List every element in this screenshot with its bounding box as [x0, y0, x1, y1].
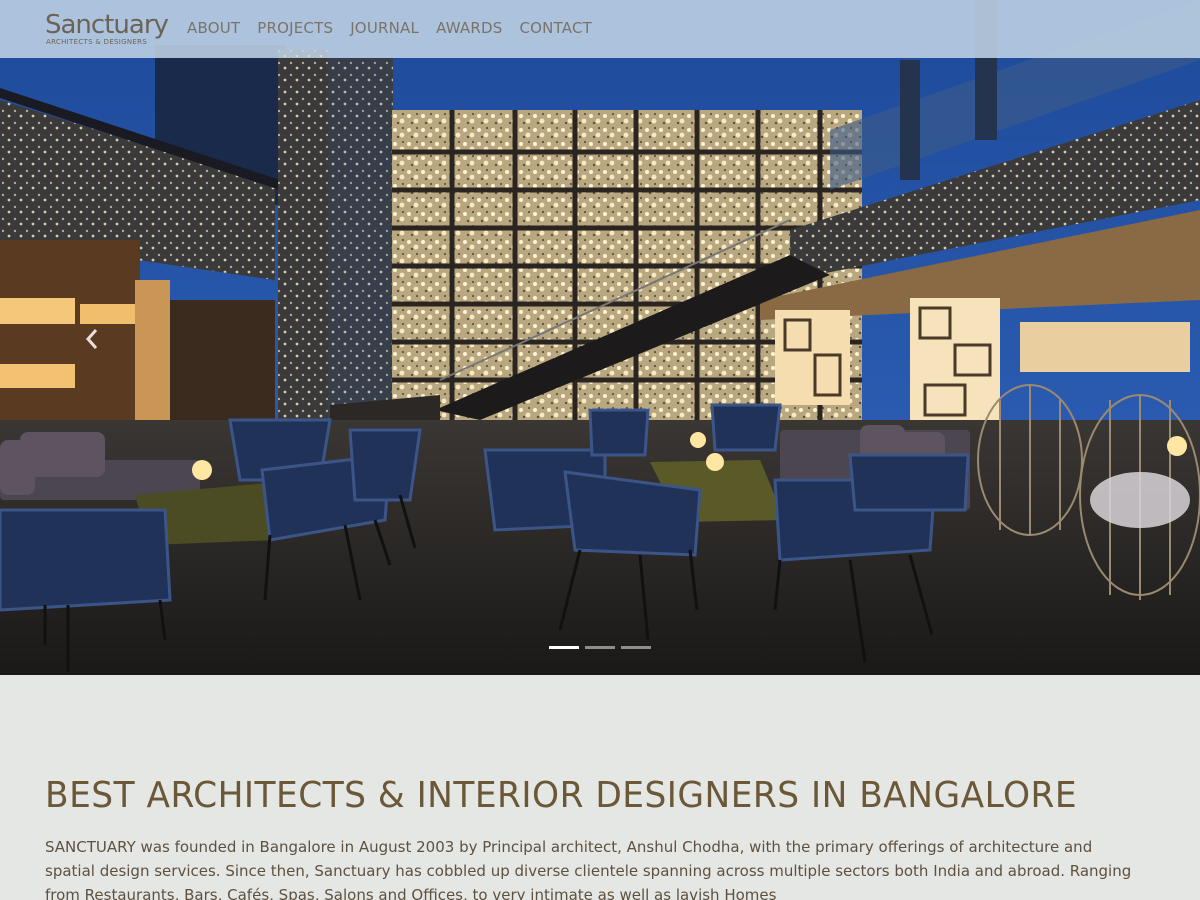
carousel-prev-button[interactable]	[80, 322, 104, 356]
nav-item-journal[interactable]: JOURNAL	[350, 18, 419, 38]
page-heading: BEST ARCHITECTS & INTERIOR DESIGNERS IN …	[45, 775, 1078, 816]
top-navbar: Sanctuary ARCHITECTS & DESIGNERS ABOUT P…	[0, 0, 1200, 58]
nav-item-about[interactable]: ABOUT	[187, 18, 240, 38]
intro-section: BEST ARCHITECTS & INTERIOR DESIGNERS IN …	[45, 775, 1165, 900]
hero-carousel	[0, 0, 1200, 675]
brand-tagline: ARCHITECTS & DESIGNERS	[46, 38, 148, 46]
carousel-indicator-2[interactable]	[585, 646, 615, 649]
hero-image	[0, 0, 1200, 675]
nav-item-awards[interactable]: AWARDS	[436, 18, 502, 38]
brand-logo[interactable]: Sanctuary ARCHITECTS & DESIGNERS	[45, 10, 169, 48]
carousel-indicator-3[interactable]	[621, 646, 651, 649]
intro-paragraph: SANCTUARY was founded in Bangalore in Au…	[45, 838, 1132, 900]
nav-item-projects[interactable]: PROJECTS	[257, 18, 333, 38]
chevron-left-icon	[85, 329, 98, 349]
main-nav: ABOUT PROJECTS JOURNAL AWARDS CONTACT	[187, 18, 609, 38]
carousel-indicator-1[interactable]	[549, 646, 579, 649]
brand-name: Sanctuary	[45, 10, 169, 40]
carousel-indicators	[549, 646, 651, 649]
nav-item-contact[interactable]: CONTACT	[519, 18, 592, 38]
